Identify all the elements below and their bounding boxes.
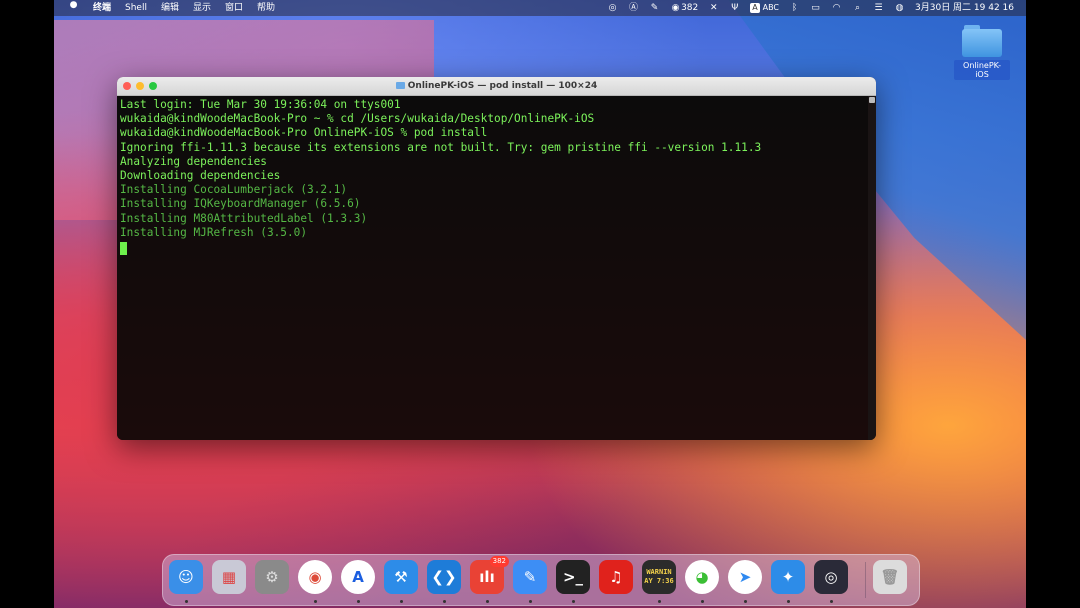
app-store-status-icon[interactable]: Ⓐ bbox=[628, 3, 639, 14]
dock: ☺ ▦ ⚙ ◉ A ⚒ ❮❯ ılı 382 ✎ >_ ♫ WARNIN AY 7:36 ◕ ➤ ✦ ◎ 🗑 bbox=[162, 554, 920, 606]
terminal-cursor bbox=[120, 242, 127, 256]
terminal-scrollbar[interactable] bbox=[868, 96, 876, 440]
chrome-icon: ◉ bbox=[308, 568, 322, 586]
dock-wechat-app[interactable]: ◕ bbox=[685, 560, 719, 594]
menu-item-window[interactable]: 窗口 bbox=[225, 0, 243, 16]
window-title: OnlinePK-iOS — pod install — 100×24 bbox=[117, 77, 876, 95]
dock-console-app[interactable]: WARNIN AY 7:36 bbox=[642, 560, 676, 594]
terminal-lines: Last login: Tue Mar 30 19:36:04 on ttys0… bbox=[120, 98, 865, 240]
dock-chrome-app[interactable]: ◉ bbox=[298, 560, 332, 594]
dock-terminal-app[interactable]: >_ bbox=[556, 560, 590, 594]
vpn-icon[interactable]: ◎ bbox=[607, 3, 618, 14]
running-indicator bbox=[572, 600, 575, 603]
dock-system-preferences-app[interactable]: ⚙ bbox=[255, 560, 289, 594]
system-preferences-icon: ⚙ bbox=[265, 568, 279, 586]
trash-icon: 🗑 bbox=[880, 568, 900, 586]
battery-icon[interactable]: ▭ bbox=[810, 3, 821, 14]
running-indicator bbox=[744, 600, 747, 603]
folder-icon bbox=[395, 82, 405, 89]
menu-clock[interactable]: 3月30日 周二 19 42 16 bbox=[915, 0, 1014, 16]
terminal-line: Downloading dependencies bbox=[120, 169, 281, 183]
menu-item-help[interactable]: 帮助 bbox=[257, 0, 275, 16]
running-indicator bbox=[185, 600, 188, 603]
menu-item-view[interactable]: 显示 bbox=[193, 0, 211, 16]
dock-finder-app[interactable]: ☺ bbox=[169, 560, 203, 594]
control-center-icon[interactable]: ☰ bbox=[873, 3, 884, 14]
terminal-line: Ignoring ffi-1.11.3 because its extensio… bbox=[120, 140, 762, 154]
xcode-status-icon[interactable]: ✕ bbox=[708, 3, 719, 14]
dock-ding-app[interactable]: ılı 382 bbox=[470, 556, 509, 594]
pen-icon: ✎ bbox=[523, 568, 537, 586]
dock-trash-app[interactable]: 🗑 bbox=[873, 560, 907, 594]
running-indicator bbox=[830, 600, 833, 603]
running-indicator bbox=[658, 600, 661, 603]
wechat-icon: ◕ bbox=[695, 568, 709, 586]
running-indicator bbox=[314, 600, 317, 603]
running-indicator bbox=[486, 600, 489, 603]
spotlight-search-icon[interactable]: ⌕ bbox=[852, 3, 863, 14]
dock-separator bbox=[865, 562, 866, 598]
siri-icon[interactable]: ◍ bbox=[894, 3, 905, 14]
running-indicator bbox=[443, 600, 446, 603]
vscode-icon: ❮❯ bbox=[431, 568, 457, 586]
menu-item-terminal[interactable]: 终端 bbox=[93, 0, 111, 16]
apple-menu-icon[interactable]: ● bbox=[68, 0, 79, 11]
notification-badge: 382 bbox=[489, 556, 509, 567]
running-indicator bbox=[400, 600, 403, 603]
input-method-a-icon: A bbox=[750, 3, 760, 13]
running-indicator bbox=[529, 600, 532, 603]
input-method[interactable]: A ABC bbox=[750, 0, 779, 16]
running-indicator bbox=[787, 600, 790, 603]
terminal-line: Installing M80AttributedLabel (1.3.3) bbox=[120, 211, 368, 225]
simulator-icon: ✦ bbox=[781, 568, 795, 586]
desktop: ● 终端 Shell 编辑 显示 窗口 帮助 ◎ Ⓐ ✎ ◉ 382 ✕ Ψ A … bbox=[54, 0, 1026, 608]
terminal-window[interactable]: OnlinePK-iOS — pod install — 100×24 Last… bbox=[117, 77, 876, 440]
paper-plane-icon: ➤ bbox=[738, 568, 752, 586]
dock-xcode-app[interactable]: ⚒ bbox=[384, 560, 418, 594]
scrollbar-thumb[interactable] bbox=[869, 97, 875, 103]
dock-launchpad-app[interactable]: ▦ bbox=[212, 560, 246, 594]
terminal-line: Analyzing dependencies bbox=[120, 154, 267, 168]
running-indicator bbox=[357, 600, 360, 603]
finder-icon: ☺ bbox=[178, 568, 194, 586]
terminal-line: wukaida@kindWoodeMacBook-Pro OnlinePK-iO… bbox=[120, 126, 488, 140]
dock-simulator-app[interactable]: ✦ bbox=[771, 560, 805, 594]
folder-icon bbox=[960, 20, 1004, 58]
terminal-output[interactable]: Last login: Tue Mar 30 19:36:04 on ttys0… bbox=[117, 96, 868, 440]
pycharm-ai-icon: A bbox=[352, 568, 364, 586]
desktop-folder-label: OnlinePK-iOS bbox=[954, 60, 1010, 80]
dock-paper-plane-app[interactable]: ➤ bbox=[728, 560, 762, 594]
desktop-folder[interactable]: OnlinePK-iOS bbox=[954, 20, 1010, 81]
netease-music-icon: ♫ bbox=[609, 568, 623, 586]
wifi-icon[interactable]: ◠ bbox=[831, 3, 842, 14]
dock-netease-music-app[interactable]: ♫ bbox=[599, 560, 633, 594]
terminal-icon: >_ bbox=[562, 568, 584, 586]
obs-icon: ◎ bbox=[824, 568, 838, 586]
dock-pycharm-ai-app[interactable]: A bbox=[341, 560, 375, 594]
input-method-label: ABC bbox=[762, 3, 780, 12]
window-title-text: OnlinePK-iOS — pod install — 100×24 bbox=[407, 81, 598, 91]
notes-status-icon[interactable]: ✎ bbox=[649, 3, 660, 14]
terminal-line: Last login: Tue Mar 30 19:36:04 on ttys0… bbox=[120, 98, 401, 111]
bluetooth-icon[interactable]: ᛒ bbox=[789, 3, 800, 14]
terminal-line: Installing CocoaLumberjack (3.2.1) bbox=[120, 183, 348, 197]
launchpad-icon: ▦ bbox=[221, 568, 237, 586]
notification-count: 382 bbox=[681, 3, 699, 13]
menu-item-edit[interactable]: 编辑 bbox=[161, 0, 179, 16]
terminal-line: Installing IQKeyboardManager (6.5.6) bbox=[120, 197, 361, 211]
dock-obs-app[interactable]: ◎ bbox=[814, 560, 848, 594]
terminal-titlebar[interactable]: OnlinePK-iOS — pod install — 100×24 bbox=[117, 77, 876, 96]
dock-vscode-app[interactable]: ❮❯ bbox=[427, 560, 461, 594]
console-icon: WARNIN AY 7:36 bbox=[644, 568, 674, 585]
menu-bar: ● 终端 Shell 编辑 显示 窗口 帮助 ◎ Ⓐ ✎ ◉ 382 ✕ Ψ A … bbox=[54, 0, 1026, 16]
terminal-line: Installing MJRefresh (3.5.0) bbox=[120, 225, 308, 239]
terminal-line: wukaida@kindWoodeMacBook-Pro ~ % cd /Use… bbox=[120, 112, 595, 126]
menu-item-shell[interactable]: Shell bbox=[125, 0, 147, 16]
tuning-icon[interactable]: Ψ bbox=[729, 3, 740, 14]
running-indicator bbox=[701, 600, 704, 603]
ding-status-icon: ◉ bbox=[671, 3, 680, 13]
dock-pen-app[interactable]: ✎ bbox=[513, 560, 547, 594]
notification-status[interactable]: ◉ 382 bbox=[670, 0, 699, 16]
xcode-icon: ⚒ bbox=[394, 568, 408, 586]
